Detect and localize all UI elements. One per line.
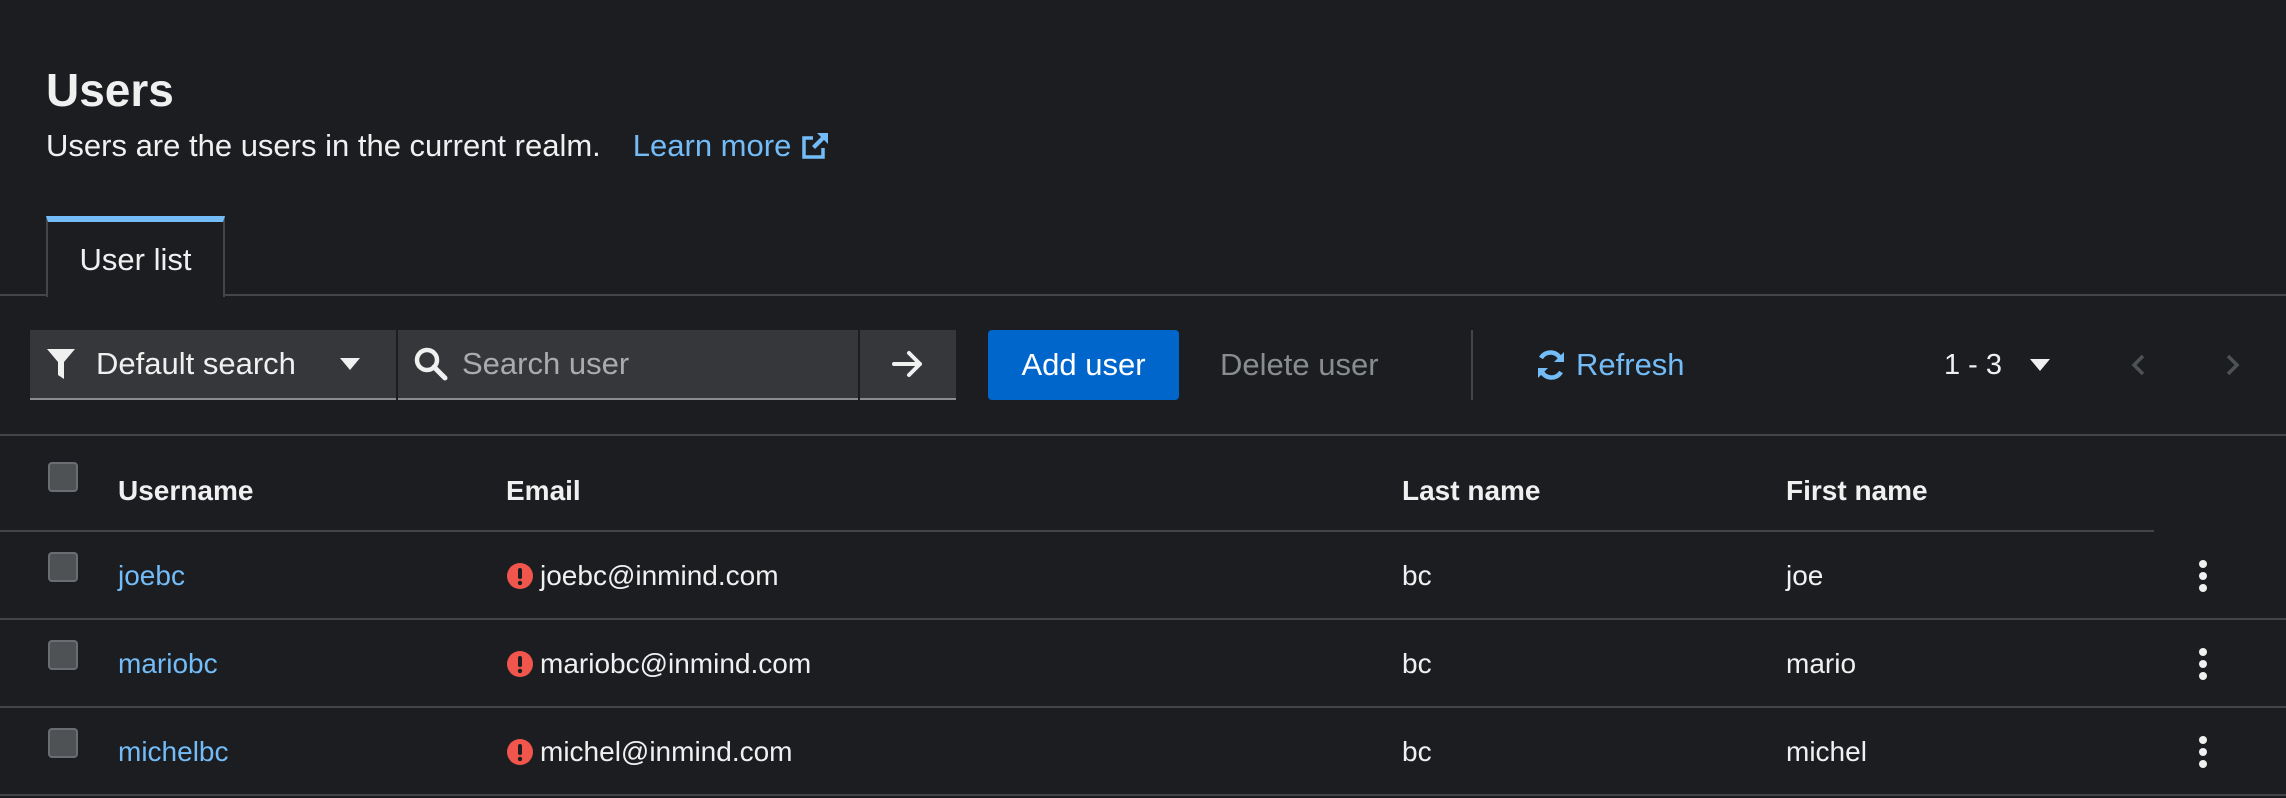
row-checkbox[interactable]: [48, 552, 78, 582]
pagination-dropdown[interactable]: 1 - 3: [1944, 330, 2051, 400]
table-row: joebc joebc@inmind.com bc joe: [0, 532, 2286, 620]
chevron-left-icon: [2131, 354, 2145, 376]
row-checkbox[interactable]: [48, 640, 78, 670]
exclamation-circle-icon: [507, 563, 533, 589]
users-page: Users Users are the users in the current…: [0, 0, 2286, 798]
first-name-cell: joe: [1786, 560, 1824, 591]
search-input[interactable]: [462, 346, 842, 382]
email-cell: joebc@inmind.com: [506, 532, 779, 620]
select-all-checkbox[interactable]: [48, 462, 78, 492]
page-description: Users are the users in the current realm…: [46, 126, 831, 166]
pagination-range: 1 - 3: [1944, 348, 2003, 381]
filter-icon: [47, 349, 75, 379]
toolbar-divider: [1471, 330, 1473, 400]
search-type-dropdown[interactable]: Default search: [30, 330, 396, 400]
row-actions-button[interactable]: [2188, 640, 2218, 688]
table-row: michelbc michel@inmind.com bc michel: [0, 708, 2286, 796]
last-name-cell: bc: [1402, 560, 1432, 591]
first-name-cell: michel: [1786, 736, 1867, 767]
search-submit-button[interactable]: [860, 330, 956, 400]
delete-user-button[interactable]: Delete user: [1220, 330, 1379, 400]
page-title: Users: [46, 64, 174, 116]
email-cell: mariobc@inmind.com: [506, 620, 811, 708]
caret-down-icon: [2030, 359, 2051, 371]
username-link[interactable]: michelbc: [118, 708, 228, 796]
email-text: michel@inmind.com: [540, 736, 793, 767]
kebab-icon: [2199, 560, 2207, 592]
email-cell: michel@inmind.com: [506, 708, 793, 796]
chevron-right-icon: [2226, 354, 2240, 376]
refresh-label: Refresh: [1576, 347, 1685, 382]
exclamation-circle-icon: [507, 739, 533, 765]
search-type-label: Default search: [96, 346, 296, 381]
table-row: mariobc mariobc@inmind.com bc mario: [0, 620, 2286, 708]
column-last-name[interactable]: Last name: [1402, 474, 1541, 508]
row-actions-button[interactable]: [2188, 552, 2218, 600]
tab-user-list[interactable]: User list: [46, 216, 225, 297]
learn-more-link[interactable]: Learn more: [633, 126, 832, 166]
email-text: joebc@inmind.com: [540, 560, 779, 591]
search-icon: [414, 347, 448, 381]
kebab-icon: [2199, 736, 2207, 768]
email-text: mariobc@inmind.com: [540, 648, 812, 679]
exclamation-circle-icon: [507, 651, 533, 677]
username-link[interactable]: joebc: [118, 532, 185, 620]
learn-more-label: Learn more: [632, 128, 792, 163]
row-checkbox[interactable]: [48, 728, 78, 758]
last-name-cell: bc: [1402, 648, 1432, 679]
arrow-right-icon: [892, 351, 922, 377]
caret-down-icon: [340, 358, 360, 370]
previous-page-button[interactable]: [2110, 330, 2166, 400]
table-header: Username Email Last name First name: [0, 436, 2154, 532]
kebab-icon: [2199, 648, 2207, 680]
add-user-button[interactable]: Add user: [988, 330, 1179, 400]
external-link-icon: [802, 133, 829, 159]
first-name-cell: mario: [1786, 648, 1857, 679]
username-link[interactable]: mariobc: [118, 620, 218, 708]
next-page-button[interactable]: [2205, 330, 2261, 400]
refresh-icon: [1538, 350, 1564, 380]
row-actions-button[interactable]: [2188, 728, 2218, 776]
search-field: [398, 330, 858, 400]
description-text: Users are the users in the current realm…: [46, 128, 601, 163]
last-name-cell: bc: [1402, 736, 1432, 767]
column-username[interactable]: Username: [118, 474, 253, 508]
tab-bar: User list: [0, 216, 2286, 297]
toolbar: Default search Add user Delete user: [0, 296, 2286, 436]
refresh-button[interactable]: Refresh: [1534, 330, 1685, 400]
column-first-name[interactable]: First name: [1786, 474, 1928, 508]
column-email[interactable]: Email: [506, 474, 581, 508]
